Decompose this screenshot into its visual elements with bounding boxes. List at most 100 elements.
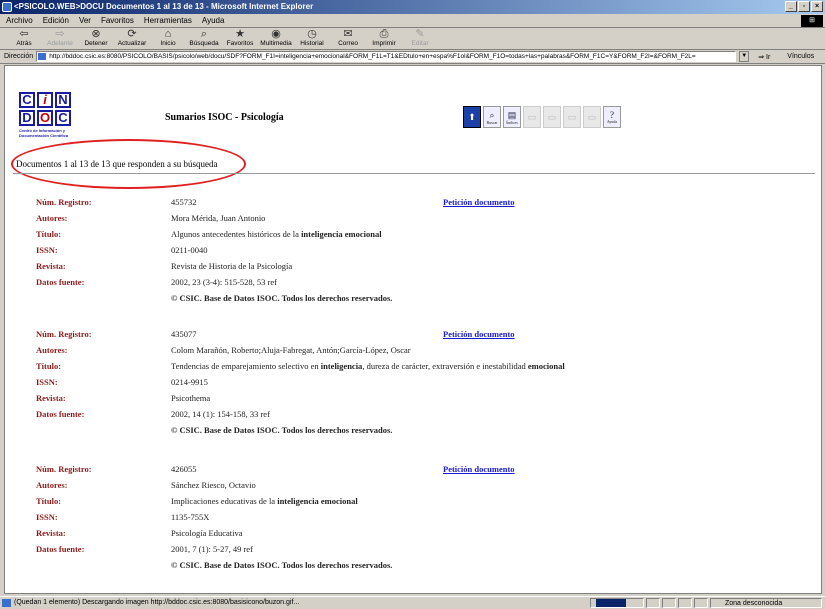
title-fragment: inteligencia emocional [277,496,358,506]
browser-toolbar: ⇦ Atrás ⇨ Adelante ⊗ Detener ⟳ Actualizar ⌂ Inici… [0,28,825,50]
mail-icon: ✉ [343,28,353,40]
toolbar-label: Actualizar [117,40,147,47]
field-value-issn: 0214-9915 [171,377,208,387]
toolbar-button-back-arrow[interactable]: ⇦ Atrás [6,28,42,47]
field-label-registro: Núm. Registro: [36,464,92,474]
field-value-fuente: 2001, 7 (1): 5-27, 49 ref [171,544,253,554]
toolbar-button-forward-arrow[interactable]: ⇨ Adelante [42,28,78,47]
field-label-revista: Revista: [36,261,66,271]
toolbar-label: Inicio [160,40,176,47]
toolbar-button-edit[interactable]: ✎ Editar [402,28,438,47]
toolbar-label: Detener [84,40,108,47]
status-panel [694,598,708,608]
minimize-button[interactable]: _ [785,1,797,12]
menu-edicion[interactable]: Edición [43,14,69,27]
logo-letter: i [37,92,53,108]
title-fragment: inteligencia [320,361,363,371]
menu-archivo[interactable]: Archivo [6,14,33,27]
copyright-notice: © CSIC. Base de Datos ISOC. Todos los de… [171,293,393,303]
toolbar-label: Imprimir [372,40,396,47]
request-document-link[interactable]: Petición documento [443,464,515,474]
help-button[interactable]: ? Ayuda [603,106,621,128]
next-button: ▭ [563,106,581,128]
title-fragment: Algunos antecedentes históricos de la [171,229,302,239]
title-fragment: , dureza de carácter, extraversión e ine… [362,361,528,371]
toolbar-button-stop[interactable]: ⊗ Detener [78,28,114,47]
field-value-autores: Sánchez Riesco, Octavio [171,480,256,490]
toolbar-label: Historial [300,40,324,47]
field-label-titulo: Título: [36,496,62,506]
top-button[interactable]: ⬆ [463,106,481,128]
history-icon: ◷ [307,28,317,40]
toolbar-button-history[interactable]: ◷ Historial [294,28,330,47]
address-input[interactable]: http://bddoc.csic.es:8080/PSICOLO/BASIS/… [36,51,737,62]
toolbar-button-media[interactable]: ◉ Multimedia [258,28,294,47]
title-fragment: emocional [527,361,565,371]
request-document-link[interactable]: Petición documento [443,197,515,207]
menu-bar: Archivo Edición Ver Favoritos Herramient… [0,14,825,28]
menu-ver[interactable]: Ver [79,14,91,27]
field-label-fuente: Datos fuente: [36,277,85,287]
home-icon: ⌂ [164,28,172,40]
copyright-notice: © CSIC. Base de Datos ISOC. Todos los de… [171,560,393,570]
toolbar-label: Correo [338,40,358,47]
progress-bar [596,599,626,607]
status-panel [646,598,660,608]
field-value-registro: 426055 [171,464,197,474]
address-bar: Dirección http://bddoc.csic.es:8080/PSIC… [0,50,825,64]
toolbar-button-search[interactable]: ⌕ Búsqueda [186,28,222,47]
field-value-revista: Psicología Educativa [171,528,243,538]
request-document-link[interactable]: Petición documento [443,329,515,339]
toolbar-label: Multimedia [260,40,292,47]
field-value-issn: 0211-0040 [171,245,208,255]
field-value-revista: Psicothema [171,393,211,403]
field-value-revista: Revista de Historia de la Psicología [171,261,293,271]
menu-ayuda[interactable]: Ayuda [202,14,225,27]
toolbar-button-home[interactable]: ⌂ Inicio [150,28,186,47]
status-bar: (Quedan 1 elemento) Descargando imagen h… [0,596,825,608]
print-icon: ⎙ [379,28,389,40]
search-button[interactable]: ⌕ Buscar [483,106,501,128]
toolbar-button-print[interactable]: ⎙ Imprimir [366,28,402,47]
cindoc-logo: C i N D O C Centro de Información y Docu… [19,92,85,146]
logo-letter: N [55,92,71,108]
field-label-autores: Autores: [36,345,68,355]
search-icon: ⌕ [200,28,208,40]
menu-herramientas[interactable]: Herramientas [144,14,192,27]
field-label-issn: ISSN: [36,245,58,255]
copyright-notice: © CSIC. Base de Datos ISOC. Todos los de… [171,425,393,435]
back-arrow-icon: ⇦ [19,28,29,40]
toolbar-button-favorites[interactable]: ★ Favoritos [222,28,258,47]
ie-logo-icon [2,2,12,12]
logo-letter: O [37,110,53,126]
index-icon: ▤ [507,109,517,120]
field-label-revista: Revista: [36,393,66,403]
logo-subtitle: Centro de Información y Documentación Ci… [19,128,69,138]
title-fragment: inteligencia emocional [301,229,382,239]
index-button[interactable]: ▤ Índices [503,106,521,128]
menu-favoritos[interactable]: Favoritos [101,14,134,27]
links-label[interactable]: Vínculos [787,53,814,60]
field-label-autores: Autores: [36,480,68,490]
prev-button: ▭ [543,106,561,128]
close-button[interactable]: × [811,1,823,12]
page-title: Sumarios ISOC - Psicología [165,112,284,123]
go-button[interactable]: ⇒ Ir [758,53,770,61]
next-icon: ▭ [567,111,577,122]
divider [13,173,815,174]
toolbar-label: Adelante [47,40,73,47]
field-value-issn: 1135-755X [171,512,210,522]
page-content: C i N D O C Centro de Información y Docu… [4,65,822,594]
field-value-registro: 435077 [171,329,197,339]
field-value-registro: 455732 [171,197,197,207]
field-label-titulo: Título: [36,361,62,371]
iconbar-label: Buscar [486,119,498,125]
toolbar-label: Editar [411,40,429,47]
maximize-button[interactable]: ▫ [798,1,810,12]
field-value-titulo: Algunos antecedentes históricos de la in… [171,229,382,239]
toolbar-button-mail[interactable]: ✉ Correo [330,28,366,47]
toolbar-button-refresh[interactable]: ⟳ Actualizar [114,28,150,47]
title-fragment: Tendencias de emparejamiento selectivo e… [171,361,321,371]
address-dropdown-button[interactable]: ▼ [739,51,750,62]
logo-letter: D [19,110,35,126]
